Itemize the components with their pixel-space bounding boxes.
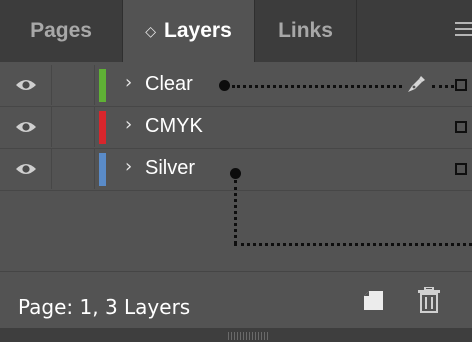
trash-icon[interactable] [418, 287, 440, 313]
visibility-toggle[interactable] [0, 149, 52, 189]
layer-color-swatch [99, 153, 106, 186]
lock-toggle[interactable] [52, 149, 95, 189]
target-dot-icon[interactable] [230, 168, 241, 179]
layer-name[interactable]: Clear [145, 73, 193, 96]
target-connector-line [234, 243, 472, 246]
layer-row-cmyk[interactable]: › CMYK [0, 107, 472, 147]
page-layer-count: Page: 1, 3 Layers [18, 295, 191, 319]
tab-links[interactable]: Links [255, 0, 357, 62]
target-connector-line [232, 85, 402, 88]
status-bar: Page: 1, 3 Layers [0, 271, 472, 328]
target-connector-line [234, 180, 237, 244]
tab-layers-label: Layers [164, 19, 232, 42]
lock-toggle[interactable] [52, 107, 95, 147]
layers-list: › Clear › CMYK › Silver [0, 62, 472, 271]
selection-square-icon[interactable] [455, 121, 467, 133]
visibility-toggle[interactable] [0, 107, 52, 147]
panel-tab-bar: Pages ◇ Layers Links [0, 0, 472, 62]
panel-menu-icon[interactable] [455, 22, 472, 40]
lock-toggle[interactable] [52, 65, 95, 105]
tab-layers[interactable]: ◇ Layers [123, 0, 255, 62]
eye-icon [15, 120, 37, 134]
resize-grip-icon[interactable] [228, 332, 268, 340]
tab-collapse-indicator-icon: ◇ [145, 22, 157, 39]
selection-square-icon[interactable] [455, 163, 467, 175]
panel-resize-strip[interactable] [0, 328, 472, 342]
eye-icon [15, 78, 37, 92]
pen-icon [408, 76, 425, 92]
chevron-right-icon[interactable]: › [125, 72, 132, 93]
chevron-right-icon[interactable]: › [125, 156, 132, 177]
layer-name[interactable]: CMYK [145, 115, 203, 138]
tab-pages-label: Pages [30, 19, 92, 42]
target-dot-icon[interactable] [219, 80, 230, 91]
tab-links-label: Links [278, 19, 333, 42]
layers-panel: Pages ◇ Layers Links › Clear › CMYK › Si… [0, 0, 472, 342]
layer-name[interactable]: Silver [145, 157, 195, 180]
layer-color-swatch [99, 111, 106, 144]
visibility-toggle[interactable] [0, 65, 52, 105]
target-connector-line [432, 85, 454, 88]
eye-icon [15, 162, 37, 176]
selection-square-icon[interactable] [455, 79, 467, 91]
layer-color-swatch [99, 69, 106, 102]
chevron-right-icon[interactable]: › [125, 114, 132, 135]
new-layer-icon[interactable] [364, 291, 383, 310]
tab-pages[interactable]: Pages [0, 0, 123, 62]
